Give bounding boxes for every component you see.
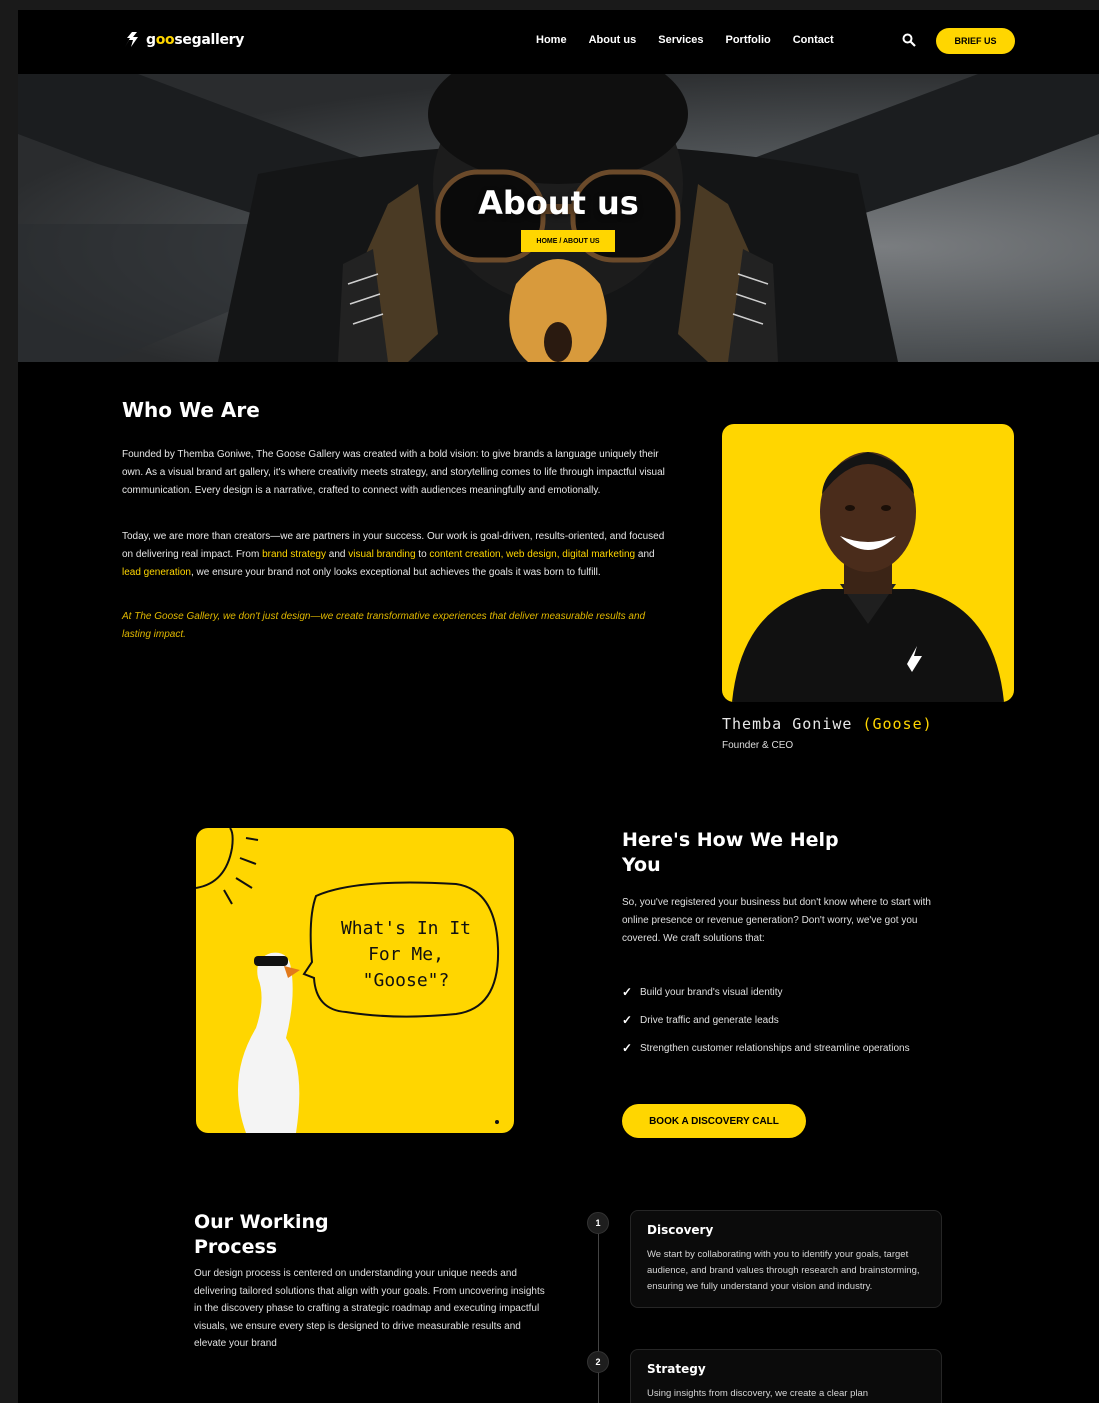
who-paragraph-2: Today, we are more than creators—we are … xyxy=(122,531,665,578)
list-item: ✓ Drive traffic and generate leads xyxy=(622,1013,779,1027)
step-card-discovery: Discovery We start by collaborating with… xyxy=(630,1210,942,1308)
top-nav: goosegallery Home About us Services Port… xyxy=(18,10,1099,74)
benefit-list: ✓ Build your brand's visual identity ✓ Dri… xyxy=(622,984,952,1068)
logo-mark-icon xyxy=(125,32,138,47)
founder-name: Themba Goniwe (Goose) xyxy=(722,715,933,733)
help-title: Here's How We Help You xyxy=(622,829,839,876)
nav-about[interactable]: About us xyxy=(589,34,637,46)
process-title: Our Working Process xyxy=(194,1211,329,1258)
founder-role: Founder & CEO xyxy=(722,740,794,751)
search-icon[interactable] xyxy=(902,33,916,47)
check-icon: ✓ xyxy=(622,985,633,999)
bubble-line-3: "Goose"? xyxy=(363,970,450,991)
who-paragraph-3: At The Goose Gallery, we don't just desi… xyxy=(122,611,646,640)
who-we-are-title: Who We Are xyxy=(122,398,260,422)
step-title: Strategy xyxy=(647,1362,706,1376)
nav-contact[interactable]: Contact xyxy=(793,34,834,46)
nav-portfolio[interactable]: Portfolio xyxy=(726,34,771,46)
step-description: Using insights from discovery, we create… xyxy=(647,1388,869,1399)
logo[interactable]: goosegallery xyxy=(122,30,244,50)
book-discovery-call-button[interactable]: BOOK A DISCOVERY CALL xyxy=(622,1104,806,1138)
list-item: ✓ Strengthen customer relationships and s… xyxy=(622,1041,910,1055)
hero-title: About us xyxy=(478,184,639,222)
logo-text: goosegallery xyxy=(146,32,245,48)
process-description: Our design process is centered on unders… xyxy=(194,1268,545,1349)
brief-us-button[interactable]: BRIEF US xyxy=(936,28,1015,54)
founder-photo-illustration xyxy=(732,452,1004,702)
help-intro: So, you've registered your business but … xyxy=(622,897,931,944)
step-number-2: 2 xyxy=(587,1351,609,1373)
step-description: We start by collaborating with you to id… xyxy=(647,1249,920,1292)
bubble-line-2: For Me, xyxy=(368,944,444,965)
step-card-strategy: Strategy Using insights from discovery, … xyxy=(630,1349,942,1403)
founder-portrait xyxy=(722,424,1014,702)
bubble-line-1: What's In It xyxy=(341,918,471,939)
nav-home[interactable]: Home xyxy=(536,34,567,46)
goose-speech-card: What's In It For Me, "Goose"? xyxy=(196,828,514,1133)
hero-banner: About us HOME / ABOUT US xyxy=(18,74,1099,362)
who-paragraph-1: Founded by Themba Goniwe, The Goose Gall… xyxy=(122,449,665,496)
check-icon: ✓ xyxy=(622,1041,633,1055)
step-number-1: 1 xyxy=(587,1212,609,1234)
nav-services[interactable]: Services xyxy=(658,34,703,46)
main-menu: Home About us Services Portfolio Contact xyxy=(536,34,834,46)
step-title: Discovery xyxy=(647,1223,714,1237)
check-icon: ✓ xyxy=(622,1013,633,1027)
breadcrumb[interactable]: HOME / ABOUT US xyxy=(521,230,615,252)
page-frame: goosegallery Home About us Services Port… xyxy=(18,10,1099,1403)
goose-illustration: What's In It For Me, "Goose"? xyxy=(196,828,500,1133)
timeline-line xyxy=(598,1234,599,1403)
list-item: ✓ Build your brand's visual identity xyxy=(622,985,783,999)
